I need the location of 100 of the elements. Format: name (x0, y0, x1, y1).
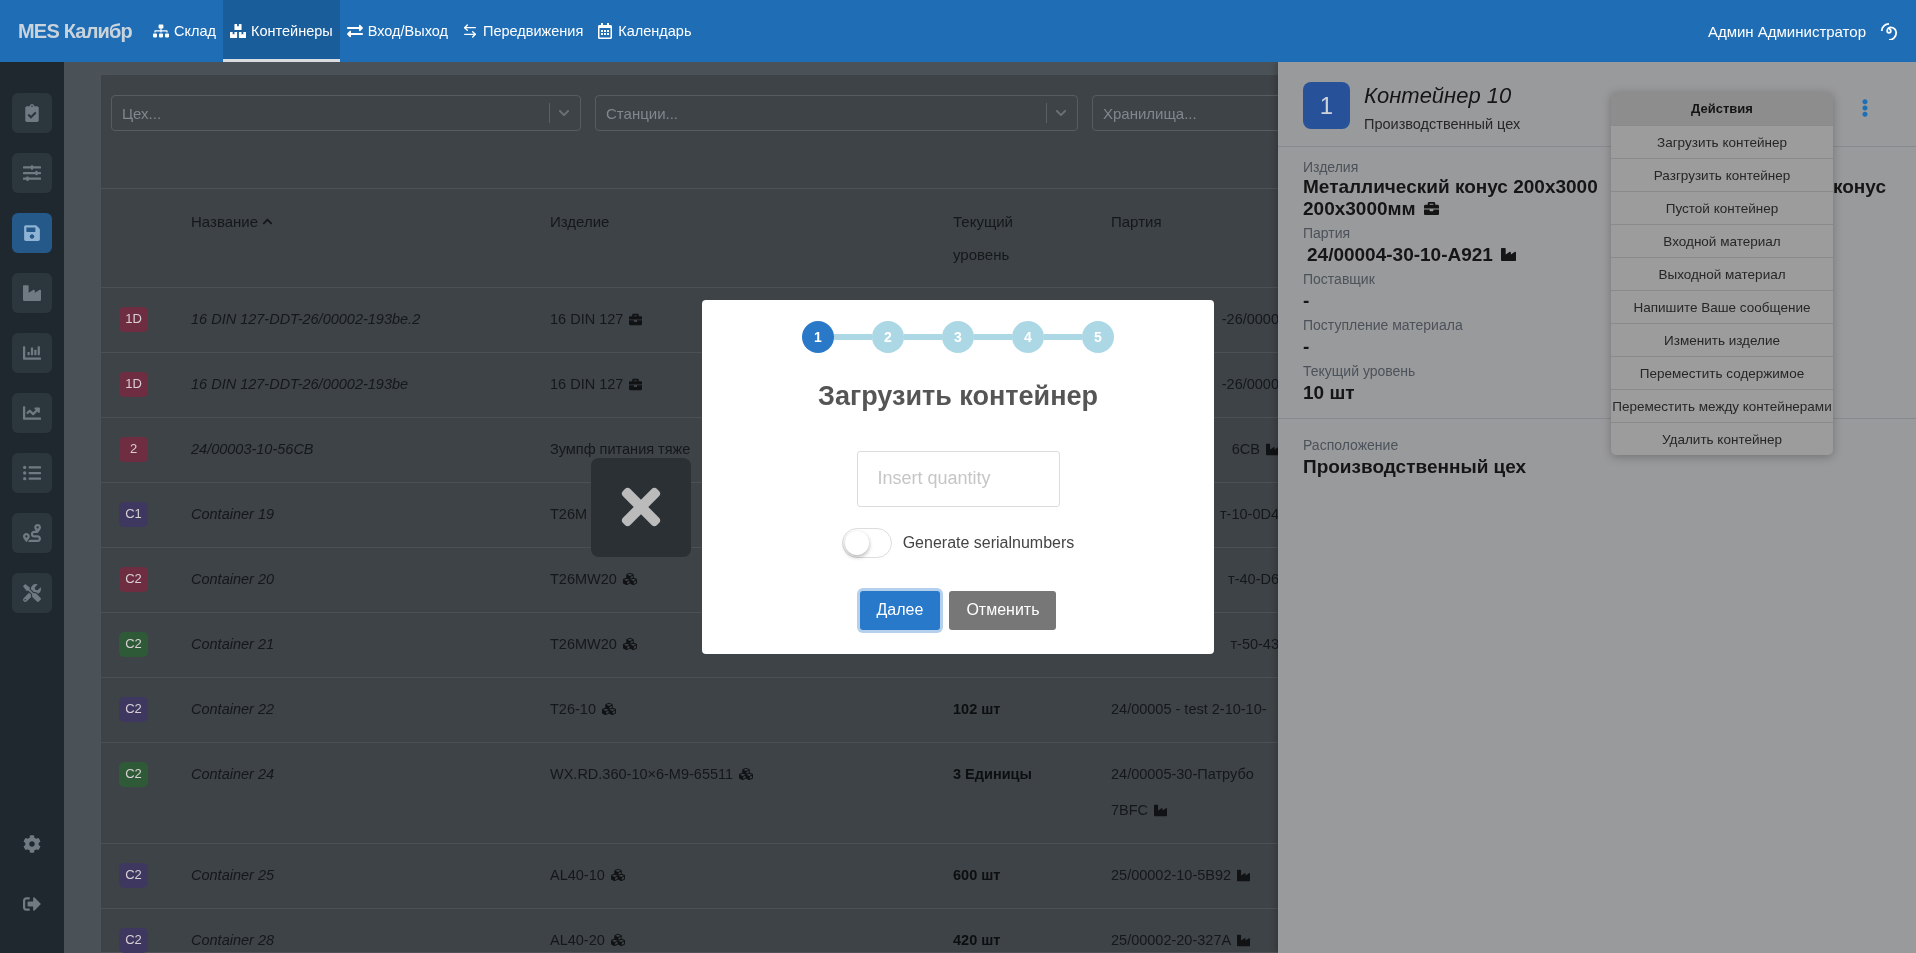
factory-icon (1500, 247, 1516, 262)
field-value: Производственный цех (1303, 455, 1527, 478)
field-label: Расположение (1303, 436, 1399, 455)
sidebar-button[interactable] (12, 153, 52, 193)
sidebar-button[interactable] (12, 93, 52, 133)
close-button[interactable] (591, 457, 691, 557)
sidebar-button[interactable] (12, 453, 52, 493)
step-indicator: 4 (1012, 320, 1044, 353)
cubes-icon (610, 933, 625, 947)
field-value: Металлический конус 200x3000 (1303, 177, 1598, 197)
factory-icon (1237, 868, 1251, 882)
table-cell-text: 102 шт (953, 700, 1001, 719)
menu-item[interactable]: Переместить содержимое (1611, 356, 1833, 389)
container-subtitle: Производственный цех (1364, 116, 1521, 132)
toggle-label: Generate serialnumbers (902, 533, 1075, 552)
boxes-icon (230, 23, 246, 39)
field-value: - (1303, 289, 1310, 312)
container-badge: C2 (119, 696, 148, 722)
menu-item[interactable]: Загрузить контейнер (1611, 125, 1833, 158)
sidebar-button[interactable] (12, 333, 52, 373)
field-value: 200x3000мм (1303, 197, 1416, 220)
nav-tab[interactable]: Склад (146, 0, 223, 62)
logout-icon (23, 895, 41, 913)
nav-tab[interactable]: Вход/Выход (339, 0, 455, 62)
sidebar-button[interactable] (12, 573, 52, 613)
user-name[interactable]: Админ Администратор (1707, 22, 1866, 40)
next-button[interactable]: Далее (859, 590, 941, 630)
menu-item[interactable]: Напишите Ваше сообщение (1611, 290, 1833, 323)
sort-up-icon (262, 216, 274, 227)
clipboard-check-icon (23, 104, 41, 122)
container-badge: C1 (119, 501, 148, 527)
chevron-down-icon (558, 107, 570, 119)
line-chart-icon (23, 404, 41, 422)
nav-tab[interactable]: Контейнеры (223, 0, 340, 62)
sidebar-button[interactable] (12, 393, 52, 433)
cubes-icon (622, 637, 637, 651)
filter-select[interactable]: Цех... (111, 95, 581, 131)
cubes-icon (622, 572, 637, 586)
sliders-icon (23, 164, 41, 182)
sidebar-button[interactable] (12, 273, 52, 313)
swirl-icon[interactable] (1880, 22, 1898, 40)
sidebar-button[interactable] (12, 513, 52, 553)
dialog-title: Загрузить контейнер (818, 380, 1098, 412)
step-indicator: 1 (802, 320, 834, 353)
container-badge: 2 (119, 436, 148, 462)
table-cell-text: 420 шт (953, 931, 1001, 950)
field-label: Поступление материала (1303, 316, 1463, 335)
step-indicator: 2 (872, 320, 904, 353)
menu-header: Действия (1611, 92, 1833, 125)
menu-item[interactable]: Входной материал (1611, 224, 1833, 257)
factory-icon (1266, 442, 1278, 456)
exchange-icon (346, 23, 363, 39)
menu-item[interactable]: Выходной материал (1611, 257, 1833, 290)
container-badge: C2 (119, 761, 148, 787)
tools-icon (23, 584, 41, 602)
field-label: Изделия (1303, 158, 1359, 177)
field-label: Текущий уровень (1303, 362, 1416, 381)
menu-item[interactable]: Переместить между контейнерами (1611, 389, 1833, 422)
table-cell-text: 600 шт (953, 866, 1001, 885)
nav-tab[interactable]: Передвижения (454, 0, 591, 62)
container-badge: C2 (119, 927, 148, 953)
cancel-button[interactable]: Отменить (949, 590, 1057, 630)
cubes-icon (601, 702, 616, 716)
cubes-icon (610, 868, 625, 882)
factory-icon (23, 284, 41, 302)
field-value: 10 шт (1303, 381, 1355, 404)
step-indicator: 3 (942, 320, 974, 353)
sitemap-icon (153, 23, 170, 39)
factory-icon (1237, 933, 1251, 947)
nav-tab[interactable]: Календарь (590, 0, 699, 62)
save-icon (23, 224, 41, 242)
briefcase-icon (1423, 201, 1439, 216)
field-value: конус (1833, 177, 1886, 197)
table-cell-text: 3 Единицы (953, 765, 1032, 784)
container-badge: 1D (119, 306, 148, 332)
briefcase-icon (629, 312, 643, 326)
container-badge: C2 (119, 631, 148, 657)
list-icon (23, 464, 41, 482)
serial-toggle[interactable] (841, 527, 892, 558)
filter-select[interactable]: Станции... (595, 95, 1078, 131)
container-number-badge: 1 (1303, 82, 1350, 129)
factory-icon (1154, 803, 1168, 817)
briefcase-icon (629, 377, 643, 391)
step-indicator: 5 (1082, 320, 1114, 353)
field-label: Поставщик (1303, 270, 1375, 289)
calendar-icon (597, 23, 614, 39)
menu-item[interactable]: Пустой контейнер (1611, 191, 1833, 224)
menu-item[interactable]: Разгрузить контейнер (1611, 158, 1833, 191)
quantity-field[interactable]: Insert quantity (856, 450, 1060, 507)
menu-item[interactable]: Удалить контейнер (1611, 422, 1833, 455)
settings-icon (23, 835, 41, 853)
logo: MES Калибр (18, 19, 133, 43)
container-badge: C2 (119, 566, 148, 592)
field-label: Партия (1303, 224, 1351, 243)
route-icon (23, 524, 41, 542)
container-badge: C2 (119, 862, 148, 888)
chevron-down-icon (1055, 107, 1067, 119)
sidebar-button[interactable] (12, 213, 52, 253)
menu-item[interactable]: Изменить изделие (1611, 323, 1833, 356)
container-title: Контейнер 10 (1364, 82, 1513, 110)
